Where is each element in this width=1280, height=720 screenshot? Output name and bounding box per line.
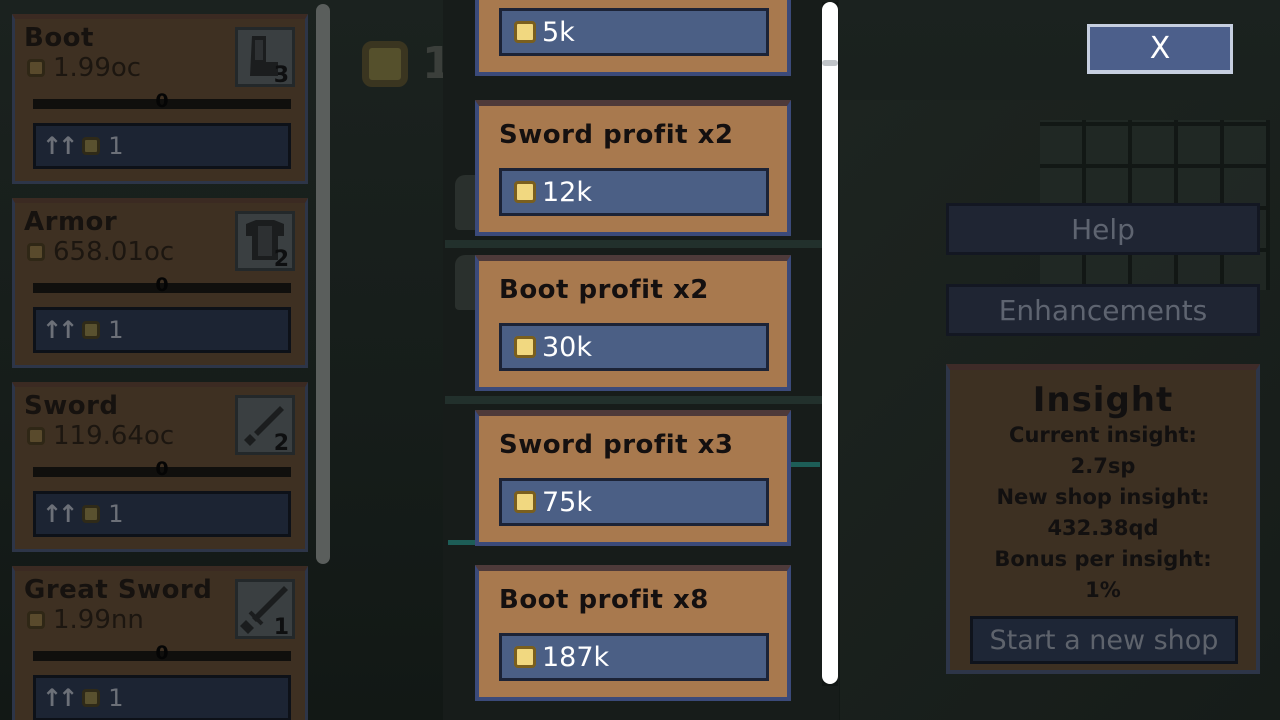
upgrade-cost: 187k: [542, 641, 610, 673]
item-progress-value: 0: [155, 274, 169, 296]
great-sword-icon: 1: [235, 579, 295, 640]
upgrade-cost: 75k: [542, 486, 592, 518]
sword-icon: 2: [235, 395, 295, 456]
item-price: 1.99nn: [27, 605, 144, 635]
item-count: 1: [273, 615, 289, 640]
upgrade-cost: 1: [108, 500, 124, 528]
upgrade-cost: 12k: [542, 176, 592, 208]
upgrade-arrows-icon: ↑↑: [42, 684, 78, 712]
upgrade-arrows-icon: ↑↑: [42, 132, 78, 160]
bonus-per-insight-label: Bonus per insight:: [994, 547, 1212, 571]
item-price-value: 658.01oc: [53, 237, 175, 267]
upgrade-arrows-icon: ↑↑: [42, 500, 78, 528]
item-price-value: 1.99oc: [53, 53, 142, 83]
coin-icon: [514, 21, 536, 43]
buy-upgrade-button[interactable]: 75k: [499, 478, 769, 526]
upgrade-card: 5k: [475, 0, 791, 76]
coin-icon: [82, 137, 101, 155]
close-button[interactable]: X: [1087, 24, 1233, 74]
insight-title: Insight: [1032, 380, 1174, 420]
item-card-sword: Sword 119.64oc 2 0 ↑↑ 1: [12, 382, 308, 552]
bonus-per-insight-value: 1%: [1085, 578, 1121, 602]
item-upgrade-button[interactable]: ↑↑ 1: [33, 675, 291, 720]
item-card-armor: Armor 658.01oc 2 0 ↑↑ 1: [12, 198, 308, 368]
buy-upgrade-button[interactable]: 187k: [499, 633, 769, 681]
coin-icon: [514, 181, 536, 203]
upgrade-card: Sword profit x3 75k: [475, 410, 791, 546]
buy-upgrade-button[interactable]: 12k: [499, 168, 769, 216]
coin-icon: [82, 321, 101, 339]
item-list-scrollbar[interactable]: [316, 4, 330, 564]
coin-icon: [27, 59, 45, 77]
item-name: Armor: [24, 207, 118, 237]
upgrade-cost: 1: [108, 684, 124, 712]
current-insight-label: Current insight:: [1009, 423, 1197, 447]
upgrade-arrows-icon: ↑↑: [42, 316, 78, 344]
item-progress-bar: 0: [33, 274, 291, 296]
item-progress-bar: 0: [33, 642, 291, 664]
coin-icon: [27, 427, 45, 445]
item-card-boot: Boot 1.99oc 3 0 ↑↑ 1: [12, 14, 308, 184]
coin-icon: [82, 505, 101, 523]
coin-icon: [514, 491, 536, 513]
start-new-shop-button[interactable]: Start a new shop: [970, 616, 1238, 664]
shelf-strip: [790, 462, 820, 467]
armor-icon: 2: [235, 211, 295, 272]
item-price: 658.01oc: [27, 237, 174, 267]
item-price-value: 119.64oc: [53, 421, 175, 451]
coin-icon: [514, 336, 536, 358]
item-price: 119.64oc: [27, 421, 174, 451]
upgrade-cost: 1: [108, 316, 124, 344]
upgrade-card: Boot profit x2 30k: [475, 255, 791, 391]
coin-icon: [27, 243, 45, 261]
item-progress-bar: 0: [33, 90, 291, 112]
item-upgrade-button[interactable]: ↑↑ 1: [33, 307, 291, 353]
new-shop-insight-value: 432.38qd: [1047, 516, 1159, 540]
item-progress-value: 0: [155, 458, 169, 480]
item-count: 2: [273, 431, 289, 456]
item-count: 2: [273, 247, 289, 272]
current-insight-value: 2.7sp: [1070, 454, 1136, 478]
upgrade-card: Boot profit x8 187k: [475, 565, 791, 701]
upgrade-title: Boot profit x2: [499, 275, 709, 305]
upgrades-scrollbar[interactable]: [822, 2, 838, 684]
item-count: 3: [273, 63, 289, 88]
upgrade-title: Sword profit x3: [499, 430, 734, 460]
upgrade-cost: 30k: [542, 331, 592, 363]
item-upgrade-button[interactable]: ↑↑ 1: [33, 123, 291, 169]
upgrade-cost: 1: [108, 132, 124, 160]
upgrade-title: Boot profit x8: [499, 585, 709, 615]
item-progress-value: 0: [155, 90, 169, 112]
item-name: Boot: [24, 23, 94, 53]
shelf: [445, 396, 835, 404]
item-upgrade-button[interactable]: ↑↑ 1: [33, 491, 291, 537]
coin-icon: [82, 689, 101, 707]
item-progress-value: 0: [155, 642, 169, 664]
upgrade-cost: 5k: [542, 16, 575, 48]
new-shop-insight-label: New shop insight:: [996, 485, 1210, 509]
item-progress-bar: 0: [33, 458, 291, 480]
item-name: Sword: [24, 391, 119, 421]
item-price-value: 1.99nn: [53, 605, 144, 635]
enhancements-button[interactable]: Enhancements: [946, 284, 1260, 336]
buy-upgrade-button[interactable]: 30k: [499, 323, 769, 371]
scrollbar-handle[interactable]: [822, 60, 838, 66]
shelf: [445, 240, 835, 248]
coin-icon: [362, 40, 408, 87]
insight-panel: Insight Current insight: 2.7sp New shop …: [946, 364, 1260, 674]
item-card-great-sword: Great Sword 1.99nn 1 0 ↑↑ 1: [12, 566, 308, 720]
upgrade-card: Sword profit x2 12k: [475, 100, 791, 236]
item-name: Great Sword: [24, 575, 213, 605]
boot-icon: 3: [235, 27, 295, 88]
item-list[interactable]: Boot 1.99oc 3 0 ↑↑ 1 Armor 658.01oc 2 0: [0, 0, 312, 720]
upgrade-title: Sword profit x2: [499, 120, 734, 150]
buy-upgrade-button[interactable]: 5k: [499, 8, 769, 56]
shelf-strip: [448, 540, 478, 545]
item-price: 1.99oc: [27, 53, 141, 83]
coin-icon: [27, 611, 45, 629]
coin-icon: [514, 646, 536, 668]
help-button[interactable]: Help: [946, 203, 1260, 255]
